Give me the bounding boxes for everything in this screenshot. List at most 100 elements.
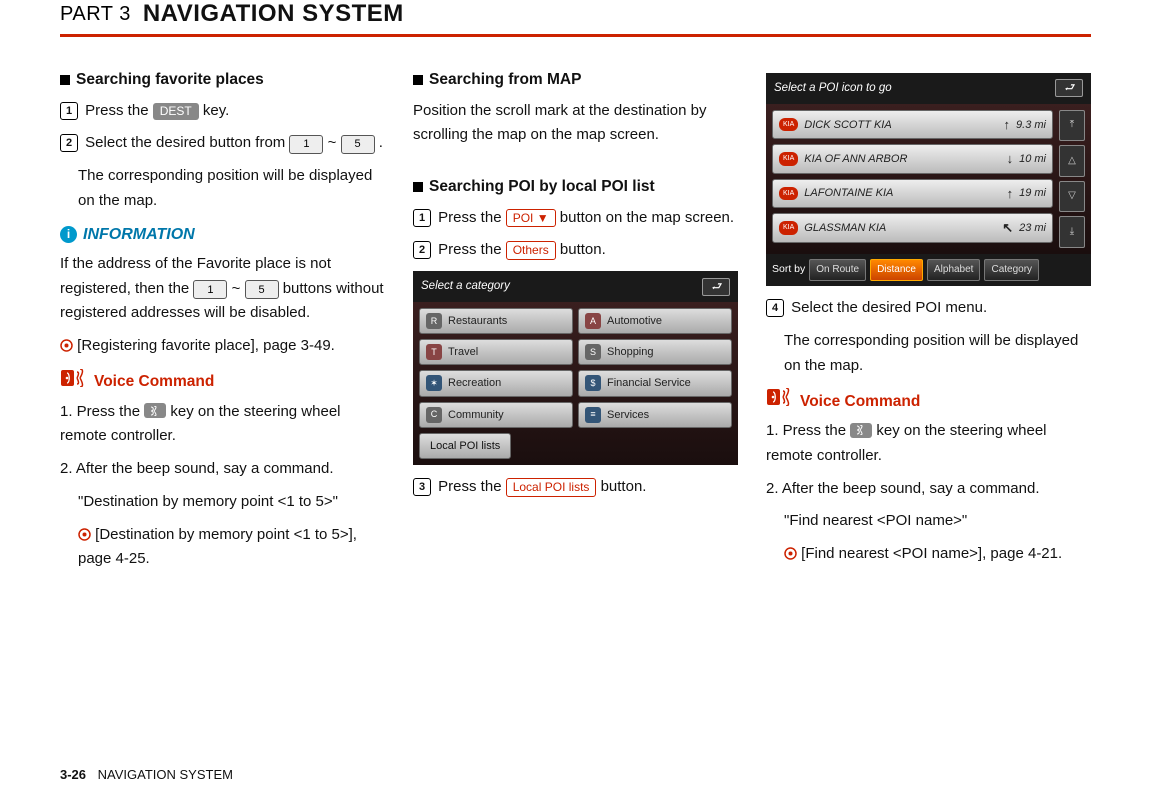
voice-key-icon[interactable] (144, 403, 166, 418)
sort-option[interactable]: Category (984, 259, 1039, 282)
information-ref: [Registering favorite place], page 3-49. (60, 334, 385, 359)
back-button[interactable]: ⮐ (1055, 79, 1083, 97)
dest-key[interactable]: DEST (153, 103, 199, 121)
category-grid: RRestaurantsAAutomotiveTTravelSShopping✶… (419, 308, 732, 428)
section-heading: Searching from MAP (413, 67, 738, 93)
poi-name: GLASSMAN KIA (804, 219, 996, 237)
category-button[interactable]: ≡Services (578, 402, 732, 428)
direction-arrow-icon: ↓ (1007, 148, 1014, 169)
text: button on the map screen. (560, 209, 734, 226)
category-button[interactable]: A Automotive (578, 308, 732, 334)
scroll-controls: ⤒ △ ▽ ⤓ (1059, 110, 1085, 248)
voice-quote: "Destination by memory point <1 to 5>" (60, 490, 385, 515)
poi-row[interactable]: KIAGLASSMAN KIA↖23 mi (772, 213, 1053, 242)
others-button[interactable]: Others (506, 241, 556, 260)
step-1: 1 Press the DEST key. (60, 99, 385, 124)
direction-arrow-icon: ↑ (1004, 114, 1011, 135)
category-icon: ✶ (426, 375, 442, 391)
text: Press the (85, 102, 153, 119)
category-icon: C (426, 407, 442, 423)
category-icon: S (585, 344, 601, 360)
information-text: If the address of the Favorite place is … (60, 252, 385, 326)
back-button[interactable]: ⮐ (702, 278, 730, 296)
scroll-bottom-button[interactable]: ⤓ (1059, 216, 1085, 247)
direction-arrow-icon: ↑ (1007, 183, 1014, 204)
category-button[interactable]: ✶Recreation (419, 370, 573, 396)
text: Press the (438, 209, 506, 226)
column-2: Searching from MAP Position the scroll m… (413, 67, 738, 580)
text: INFORMATION (83, 222, 195, 248)
step-2: 2 Select the desired button from 1 ~ 5 . (60, 131, 385, 156)
poi-distance: 9.3 mi (1016, 116, 1046, 134)
scroll-top-button[interactable]: ⤒ (1059, 110, 1085, 141)
category-label: Restaurants (448, 312, 507, 330)
step-3: 3 Press the Local POI lists button. (413, 475, 738, 500)
poi-distance: 10 mi (1019, 150, 1046, 168)
step-marker-2: 2 (60, 134, 78, 152)
bullet-icon (60, 75, 70, 85)
poi-row[interactable]: KIALAFONTAINE KIA↑19 mi (772, 179, 1053, 208)
page-footer: 3-26 NAVIGATION SYSTEM (60, 767, 233, 782)
voice-command-heading: Voice Command (60, 369, 385, 396)
sort-option[interactable]: Distance (870, 259, 923, 282)
info-icon: i (60, 226, 77, 243)
kia-badge-icon: KIA (779, 187, 798, 201)
category-button[interactable]: RRestaurants (419, 308, 573, 334)
step-4: 4 Select the desired POI menu. (766, 296, 1091, 321)
text: [Registering favorite place], page 3-49. (77, 337, 335, 354)
poi-name: LAFONTAINE KIA (804, 184, 1000, 202)
poi-list: KIA DICK SCOTT KIA ↑ 9.3 mi KIA KIA OF ANN AR… (772, 110, 1053, 248)
poi-name: KIA OF ANN ARBOR (804, 150, 1000, 168)
key-1[interactable]: 1 (289, 135, 323, 154)
voice-ref: [Find nearest <POI name>], page 4-21. (766, 542, 1091, 567)
ui-titlebar: Select a POI icon to go ⮐ (766, 73, 1091, 104)
column-1: Searching favorite places 1 Press the DE… (60, 67, 385, 580)
category-label: Community (448, 406, 504, 424)
poi-button[interactable]: POI ▼ (506, 209, 556, 228)
category-icon: A (585, 313, 601, 329)
category-button[interactable]: C Community (419, 402, 573, 428)
text: button. (601, 478, 647, 495)
text: Press the (438, 478, 506, 495)
kia-badge-icon: KIA (779, 221, 798, 235)
sort-option[interactable]: Alphabet (927, 259, 980, 282)
step-1: 1 Press the POI ▼ button on the map scre… (413, 206, 738, 231)
sort-option[interactable]: On Route (809, 259, 866, 282)
text: 1. Press the (766, 422, 850, 439)
category-icon: $ (585, 375, 601, 391)
poi-row[interactable]: KIAKIA OF ANN ARBOR↓10 mi (772, 144, 1053, 173)
text: ~ (328, 134, 341, 151)
content-columns: Searching favorite places 1 Press the DE… (60, 67, 1091, 580)
poi-row[interactable]: KIADICK SCOTT KIA↑9.3 mi (772, 110, 1053, 139)
category-button[interactable]: SShopping (578, 339, 732, 365)
information-heading: i INFORMATION (60, 222, 385, 248)
scroll-down-button[interactable]: ▽ (1059, 181, 1085, 212)
key-1[interactable]: 1 (193, 280, 227, 299)
poi-name: DICK SCOTT KIA (804, 116, 997, 134)
scroll-up-button[interactable]: △ (1059, 145, 1085, 176)
ui-select-poi: Select a POI icon to go ⮐ KIA DICK SCOTT … (766, 73, 1091, 286)
target-icon (60, 339, 73, 352)
category-label: Automotive (607, 312, 662, 330)
step-2: 2 Press the Others button. (413, 238, 738, 263)
ui-title: Select a POI icon to go (774, 79, 892, 98)
category-label: Services (607, 406, 649, 424)
local-poi-lists-key[interactable]: Local POI lists (506, 478, 597, 497)
category-button[interactable]: $Financial Service (578, 370, 732, 396)
text: ~ (232, 280, 245, 297)
part-header: PART 3 NAVIGATION SYSTEM (60, 0, 1091, 37)
category-icon: T (426, 344, 442, 360)
key-5[interactable]: 5 (341, 135, 375, 154)
ui-title: Select a category (421, 277, 510, 296)
category-button[interactable]: TTravel (419, 339, 573, 365)
heading-text: Searching POI by local POI list (429, 174, 655, 200)
step-marker-4: 4 (766, 299, 784, 317)
ui-select-category: Select a category ⮐ RRestaurants A Automot… (413, 271, 738, 465)
step-2-note: The corresponding position will be displ… (60, 164, 385, 214)
step-4-note: The corresponding position will be displ… (766, 329, 1091, 379)
voice-key-icon[interactable] (850, 423, 872, 438)
voice-step-2: 2. After the beep sound, say a command. (766, 477, 1091, 502)
part-title: NAVIGATION SYSTEM (143, 0, 404, 28)
key-5[interactable]: 5 (245, 280, 279, 299)
local-poi-lists-button[interactable]: Local POI lists (419, 433, 511, 459)
